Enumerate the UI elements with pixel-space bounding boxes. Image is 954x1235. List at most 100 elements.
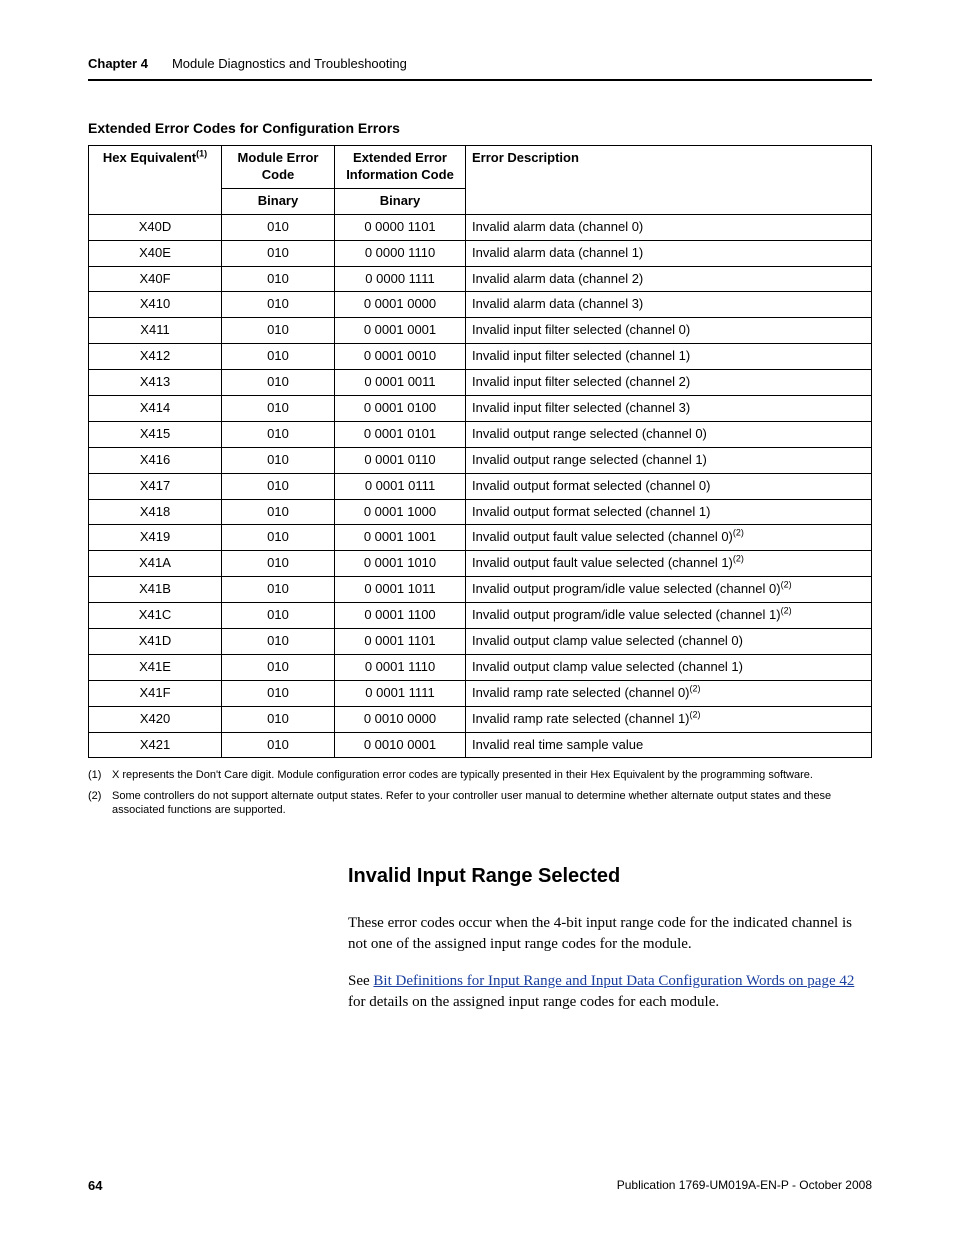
cell-description: Invalid real time sample value — [466, 732, 872, 758]
chapter-title: Module Diagnostics and Troubleshooting — [172, 56, 407, 73]
cell-module: 010 — [222, 603, 335, 629]
table-row: X4210100 0010 0001Invalid real time samp… — [89, 732, 872, 758]
footnote-num: (2) — [88, 789, 112, 818]
cell-hex: X419 — [89, 525, 222, 551]
cell-hex: X413 — [89, 370, 222, 396]
cell-hex: X412 — [89, 344, 222, 370]
cell-description: Invalid ramp rate selected (channel 1)(2… — [466, 706, 872, 732]
cell-description: Invalid output clamp value selected (cha… — [466, 629, 872, 655]
cell-extended: 0 0001 1101 — [335, 629, 466, 655]
cell-module: 010 — [222, 292, 335, 318]
cell-extended: 0 0010 0001 — [335, 732, 466, 758]
table-row: X4110100 0001 0001Invalid input filter s… — [89, 318, 872, 344]
cell-module: 010 — [222, 266, 335, 292]
cell-hex: X40F — [89, 266, 222, 292]
page-header: Chapter 4 Module Diagnostics and Trouble… — [88, 56, 872, 73]
cell-description: Invalid alarm data (channel 2) — [466, 266, 872, 292]
section-heading: Invalid Input Range Selected — [348, 863, 872, 889]
footnote: (1)X represents the Don't Care digit. Mo… — [88, 768, 872, 782]
cell-extended: 0 0001 0100 — [335, 395, 466, 421]
cell-extended: 0 0010 0000 — [335, 706, 466, 732]
chapter-label: Chapter 4 — [88, 56, 148, 73]
th-binary-2: Binary — [335, 188, 466, 214]
cell-module: 010 — [222, 318, 335, 344]
cell-description: Invalid input filter selected (channel 1… — [466, 344, 872, 370]
cell-module: 010 — [222, 240, 335, 266]
table-row: X4160100 0001 0110Invalid output range s… — [89, 447, 872, 473]
cell-module: 010 — [222, 629, 335, 655]
cell-hex: X41A — [89, 551, 222, 577]
table-row: X4100100 0001 0000Invalid alarm data (ch… — [89, 292, 872, 318]
th-extended-error: Extended Error Information Code — [335, 146, 466, 189]
cell-description: Invalid output clamp value selected (cha… — [466, 654, 872, 680]
cell-module: 010 — [222, 551, 335, 577]
cell-hex: X40E — [89, 240, 222, 266]
cell-hex: X421 — [89, 732, 222, 758]
cell-hex: X41E — [89, 654, 222, 680]
page-number: 64 — [88, 1178, 102, 1195]
th-description: Error Description — [466, 146, 872, 215]
cell-hex: X417 — [89, 473, 222, 499]
cell-module: 010 — [222, 344, 335, 370]
cell-description: Invalid output range selected (channel 1… — [466, 447, 872, 473]
cell-description: Invalid alarm data (channel 1) — [466, 240, 872, 266]
section-para-2: See Bit Definitions for Input Range and … — [348, 971, 872, 1013]
cell-hex: X418 — [89, 499, 222, 525]
cell-hex: X414 — [89, 395, 222, 421]
cell-module: 010 — [222, 395, 335, 421]
cell-description: Invalid output program/idle value select… — [466, 603, 872, 629]
cell-description: Invalid input filter selected (channel 3… — [466, 395, 872, 421]
header-rule — [88, 79, 872, 81]
cell-extended: 0 0001 1001 — [335, 525, 466, 551]
cell-extended: 0 0001 0111 — [335, 473, 466, 499]
cell-description: Invalid output range selected (channel 0… — [466, 421, 872, 447]
cross-reference-link[interactable]: Bit Definitions for Input Range and Inpu… — [373, 973, 854, 989]
table-row: X41A0100 0001 1010Invalid output fault v… — [89, 551, 872, 577]
cell-description: Invalid output program/idle value select… — [466, 577, 872, 603]
cell-module: 010 — [222, 499, 335, 525]
table-row: X4140100 0001 0100Invalid input filter s… — [89, 395, 872, 421]
table-row: X4120100 0001 0010Invalid input filter s… — [89, 344, 872, 370]
publication-id: Publication 1769-UM019A-EN-P - October 2… — [617, 1178, 872, 1195]
error-codes-table: Hex Equivalent(1) Module Error Code Exte… — [88, 145, 872, 758]
table-row: X4130100 0001 0011Invalid input filter s… — [89, 370, 872, 396]
footnote: (2)Some controllers do not support alter… — [88, 789, 872, 818]
footnote-text: X represents the Don't Care digit. Modul… — [112, 768, 872, 782]
th-module-error: Module Error Code — [222, 146, 335, 189]
cell-extended: 0 0001 1111 — [335, 680, 466, 706]
cell-module: 010 — [222, 447, 335, 473]
cell-extended: 0 0001 0010 — [335, 344, 466, 370]
cell-module: 010 — [222, 525, 335, 551]
table-row: X4180100 0001 1000Invalid output format … — [89, 499, 872, 525]
table-row: X40E0100 0000 1110Invalid alarm data (ch… — [89, 240, 872, 266]
cell-description: Invalid alarm data (channel 3) — [466, 292, 872, 318]
table-row: X4200100 0010 0000Invalid ramp rate sele… — [89, 706, 872, 732]
table-row: X41E0100 0001 1110Invalid output clamp v… — [89, 654, 872, 680]
footnote-text: Some controllers do not support alternat… — [112, 789, 872, 818]
cell-extended: 0 0001 1110 — [335, 654, 466, 680]
cell-extended: 0 0001 1011 — [335, 577, 466, 603]
cell-module: 010 — [222, 421, 335, 447]
cell-description: Invalid output fault value selected (cha… — [466, 525, 872, 551]
cell-module: 010 — [222, 732, 335, 758]
section-para-1: These error codes occur when the 4-bit i… — [348, 913, 872, 955]
cell-hex: X41F — [89, 680, 222, 706]
cell-description: Invalid output format selected (channel … — [466, 473, 872, 499]
table-row: X4170100 0001 0111Invalid output format … — [89, 473, 872, 499]
cell-module: 010 — [222, 654, 335, 680]
cell-description: Invalid input filter selected (channel 0… — [466, 318, 872, 344]
table-row: X40D0100 0000 1101Invalid alarm data (ch… — [89, 214, 872, 240]
cell-extended: 0 0001 0001 — [335, 318, 466, 344]
table-row: X41B0100 0001 1011Invalid output program… — [89, 577, 872, 603]
cell-hex: X415 — [89, 421, 222, 447]
th-hex: Hex Equivalent(1) — [89, 146, 222, 215]
cell-module: 010 — [222, 473, 335, 499]
cell-module: 010 — [222, 214, 335, 240]
cell-description: Invalid output fault value selected (cha… — [466, 551, 872, 577]
cell-extended: 0 0001 1100 — [335, 603, 466, 629]
table-row: X41D0100 0001 1101Invalid output clamp v… — [89, 629, 872, 655]
cell-extended: 0 0001 0011 — [335, 370, 466, 396]
error-codes-tbody: X40D0100 0000 1101Invalid alarm data (ch… — [89, 214, 872, 758]
cell-description: Invalid output format selected (channel … — [466, 499, 872, 525]
cell-extended: 0 0001 1000 — [335, 499, 466, 525]
